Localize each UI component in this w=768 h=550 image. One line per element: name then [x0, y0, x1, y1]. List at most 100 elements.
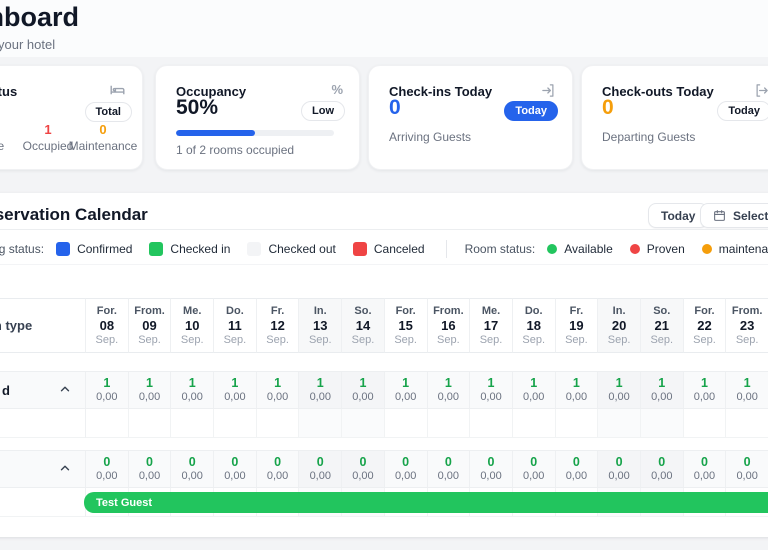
availability-cell: 0 0,00: [470, 450, 513, 488]
availability-cell: 1 0,00: [86, 371, 129, 409]
availability-cell: 1 0,00: [214, 371, 257, 409]
date-header-12: Fr. 12 Sep.: [256, 298, 300, 353]
date-header-19: Fr. 19 Sep.: [555, 298, 599, 353]
page-header: Dashboard your hotel: [0, 0, 768, 57]
room-group-label: d: [2, 383, 10, 398]
availability-cell: 0 0,00: [256, 450, 300, 488]
checkins-title: Check-ins Today: [389, 84, 493, 99]
calendar-day-cell[interactable]: [299, 409, 343, 438]
checkouts-today-badge: Today: [717, 101, 768, 121]
collapse-chevron-icon[interactable]: [58, 382, 74, 398]
availability-cell: 0 0,00: [128, 450, 172, 488]
availability-cell: 0 0,00: [512, 450, 556, 488]
percent-icon: %: [331, 82, 343, 97]
date-header-08: For. 08 Sep.: [86, 298, 129, 353]
calendar-day-cell[interactable]: [384, 409, 428, 438]
page-title: Dashboard: [0, 2, 80, 32]
date-header-14: So. 14 Sep.: [342, 298, 385, 353]
calendar-day-cell[interactable]: [470, 409, 513, 438]
availability-cell: 1 0,00: [342, 371, 385, 409]
availability-cell: 1 0,00: [384, 371, 428, 409]
calendar-day-cell[interactable]: [427, 409, 471, 438]
checkouts-value: 0: [602, 96, 614, 119]
occupancy-progress: [176, 130, 334, 136]
checkouts-caption: Departing Guests: [602, 130, 696, 144]
legend-canceled: Canceled: [352, 242, 425, 256]
occupancy-caption: 1 of 2 rooms occupied: [176, 143, 295, 157]
total-badge: Total: [84, 102, 132, 122]
availability-cell: 1 0,00: [683, 371, 727, 409]
swatch-legend-confirmed: [56, 242, 71, 256]
availability-cell: 0 0,00: [555, 450, 599, 488]
availability-cell: 1 0,00: [171, 371, 215, 409]
swatch-legend-canceled: [352, 242, 367, 256]
collapse-chevron-icon[interactable]: [58, 461, 74, 477]
availability-cell: 0 0,00: [427, 450, 471, 488]
dashboard-screen: Dashboard your hotel Room Status Total A…: [0, 0, 768, 550]
availability-cell: 1 0,00: [128, 371, 172, 409]
availability-cell: 1 0,00: [470, 371, 513, 409]
room-type-header: Room type: [0, 298, 86, 353]
checkins-today-badge: Today: [504, 101, 558, 121]
calendar-day-cell[interactable]: [555, 409, 599, 438]
legend-checked-in: Checked in: [149, 242, 230, 256]
date-header-21: So. 21 Sep.: [640, 298, 684, 353]
availability-cell: 1 0,00: [640, 371, 684, 409]
checkins-caption: Arriving Guests: [389, 130, 472, 144]
availability-cell: 0 0,00: [214, 450, 257, 488]
calendar-day-cell[interactable]: [86, 409, 129, 438]
availability-cell: 1 0,00: [555, 371, 599, 409]
date-header-11: Do. 11 Sep.: [214, 298, 257, 353]
calendar-day-cell[interactable]: [256, 409, 300, 438]
calendar-day-cell[interactable]: [214, 409, 257, 438]
room-row-label-cell: [0, 409, 86, 438]
calendar-day-cell[interactable]: [171, 409, 215, 438]
select-date-button[interactable]: Select date: [700, 203, 768, 228]
availability-cell: 1 0,00: [512, 371, 556, 409]
booking-status-label: Booking status:: [0, 242, 45, 256]
date-header-10: Me. 10 Sep.: [171, 298, 215, 353]
availability-cell: 0 0,00: [299, 450, 343, 488]
calendar-day-cell[interactable]: [683, 409, 727, 438]
room-status-title: Room Status: [0, 84, 18, 99]
availability-cell: 0 0,00: [683, 450, 727, 488]
availability-cell: 1 0,00: [256, 371, 300, 409]
dot-legend-maintenance: [701, 244, 712, 254]
legend-separator: [445, 240, 447, 258]
logout-icon: [754, 83, 768, 98]
availability-cell: 0 0,00: [598, 450, 641, 488]
availability-cell: 1 0,00: [598, 371, 641, 409]
availability-cell: 0 0,00: [86, 450, 129, 488]
room-group-header: d: [0, 371, 86, 409]
dot-legend-available: [547, 244, 558, 254]
calendar-day-cell[interactable]: [512, 409, 556, 438]
swatch-legend-checked-in: [149, 242, 164, 256]
date-header-13: In. 13 Sep.: [299, 298, 343, 353]
legend-proven: Proven: [629, 242, 685, 256]
calendar-grid: Room typeFor.08Sep.From.09Sep.Me.10Sep.D…: [0, 298, 768, 517]
calendar-day-cell[interactable]: [640, 409, 684, 438]
date-header-16: From. 16 Sep.: [427, 298, 471, 353]
calendar-icon: [713, 209, 726, 222]
booking-bar[interactable]: Test Guest: [84, 492, 768, 513]
header-divider: [0, 229, 768, 230]
legend-available: Available: [547, 242, 613, 256]
date-header-09: From. 09 Sep.: [128, 298, 172, 353]
calendar-day-cell[interactable]: [342, 409, 385, 438]
calendar-day-cell[interactable]: [598, 409, 641, 438]
date-header-20: In. 20 Sep.: [598, 298, 641, 353]
bed-icon: [109, 83, 126, 97]
occupancy-card: Occupancy % 50% Low 1 of 2 rooms occupie…: [155, 65, 360, 170]
availability-cell: 1 0,00: [299, 371, 343, 409]
calendar-day-cell[interactable]: [128, 409, 172, 438]
date-header-15: For. 15 Sep.: [384, 298, 428, 353]
calendar-day-cell[interactable]: [726, 409, 768, 438]
date-header-18: Do. 18 Sep.: [512, 298, 556, 353]
calendar-title: Reservation Calendar: [0, 205, 148, 224]
checkouts-card: Check-outs Today 0 Today Departing Guest…: [581, 65, 768, 170]
availability-cell: 0 0,00: [171, 450, 215, 488]
row-spacer: [0, 438, 768, 450]
date-header-23: From. 23 Sep.: [726, 298, 768, 353]
calendar-legend: Booking status: Confirmed Checked in Checke…: [0, 240, 768, 258]
availability-cell: 0 0,00: [726, 450, 768, 488]
